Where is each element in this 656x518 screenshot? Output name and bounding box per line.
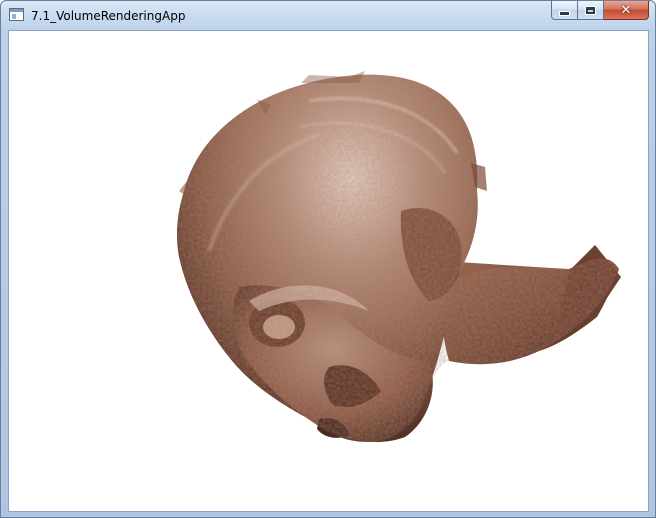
minimize-button[interactable] — [551, 1, 578, 20]
volume-rendered-head — [176, 71, 621, 442]
maximize-icon — [585, 5, 596, 15]
window-title: 7.1_VolumeRenderingApp — [31, 9, 186, 23]
app-window: 7.1_VolumeRenderingApp ✕ — [0, 0, 656, 518]
caption-buttons: ✕ — [551, 1, 649, 21]
render-client-area[interactable] — [8, 30, 649, 512]
window-app-icon[interactable] — [9, 8, 24, 21]
fringe-top — [301, 71, 365, 83]
close-button[interactable]: ✕ — [604, 1, 649, 20]
close-icon: ✕ — [620, 2, 632, 18]
minimize-icon — [559, 10, 570, 16]
surface-texture — [176, 74, 619, 442]
title-bar[interactable]: 7.1_VolumeRenderingApp ✕ — [1, 1, 655, 30]
volume-render-view[interactable] — [9, 31, 648, 511]
maximize-button[interactable] — [578, 1, 604, 20]
